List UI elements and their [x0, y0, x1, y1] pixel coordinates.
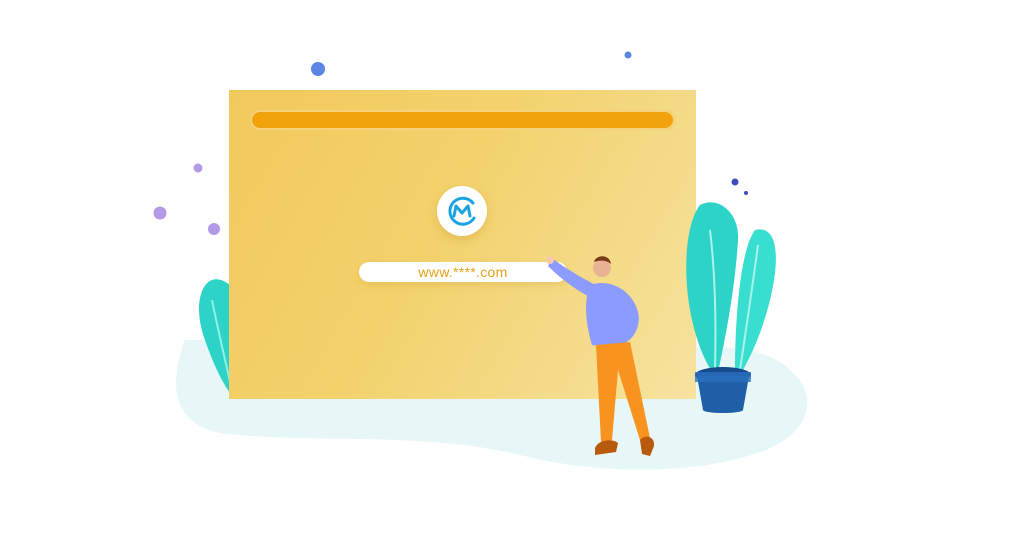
- person-illustration: [546, 256, 655, 456]
- foreground-illustration: [546, 202, 776, 456]
- potted-plant-illustration: [686, 202, 776, 413]
